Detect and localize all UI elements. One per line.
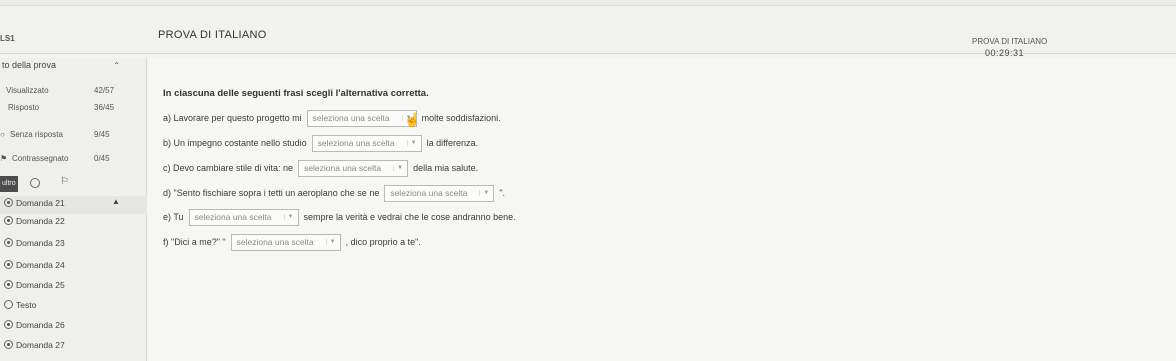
question-item-25[interactable]: Domanda 25 [0,278,147,296]
filter-all-button[interactable]: ultro [0,176,18,192]
stat-value: 36/45 [94,103,115,112]
chevron-down-icon: ▼ [393,165,403,171]
dropdown-placeholder: seleziona una scelta [194,212,272,222]
flag-icon: ⚑ [0,154,8,163]
sidebar: to della prova ⌃ Visualizzato 42/57 Risp… [0,58,147,361]
sentence-b: b) Un impegno costante nello studio sele… [163,134,478,152]
stat-label: Visualizzato [6,86,49,95]
stat-label: Senza risposta [10,130,63,139]
sentence-text: la differenza. [426,138,478,148]
chevron-down-icon: ▼ [479,190,489,196]
sentence-text: b) Un impegno costante nello studio [163,138,307,148]
question-label: Domanda 26 [16,320,65,330]
dropdown-placeholder: seleziona una scelta [317,138,395,148]
question-label: Domanda 27 [16,340,65,350]
sentence-text: ". [499,188,506,198]
sentence-text: e) Tu [163,212,184,222]
stat-flagged: ⚑ Contrassegnato 0/45 [0,154,125,170]
answered-icon [4,238,13,247]
question-instruction: In ciascuna delle seguenti frasi scegli … [163,88,429,99]
unanswered-icon [4,300,13,309]
unanswered-filter-icon[interactable] [30,178,40,188]
sidebar-heading[interactable]: to della prova ⌃ [0,60,122,75]
sentence-text: f) "Dici a me?" " [163,237,226,247]
sentence-a: a) Lavorare per questo progetto mi selez… [163,109,501,127]
chevron-down-icon: ▼ [325,239,336,245]
dropdown-placeholder: seleziona una scelta [304,163,382,173]
question-item-24[interactable]: Domanda 24 [0,258,147,276]
page-title: PROVA DI ITALIANO [158,29,267,41]
stat-label: Contrassegnato [12,154,69,163]
sentence-d: d) "Sento fischiare sopra i tetti un aer… [163,184,505,202]
sentence-f: f) "Dici a me?" " seleziona una scelta ▼… [163,233,421,251]
dropdown-placeholder: seleziona una scelta [390,188,468,198]
stat-viewed: Visualizzato 42/57 [0,86,125,102]
answered-icon [4,340,13,349]
filter-tools: ultro ⚐ [0,176,147,194]
stat-value: 0/45 [94,154,110,163]
question-item-21[interactable]: Domanda 21 ▲ [0,196,147,214]
stat-value: 42/57 [94,86,115,95]
sentence-text: molte soddisfazioni. [421,113,501,123]
question-item-26[interactable]: Domanda 26 [0,318,147,336]
question-label: Domanda 21 [16,198,65,208]
sentence-e: e) Tu seleziona una scelta ▼ sempre la v… [163,208,516,226]
dropdown-placeholder: seleziona una scelta [236,237,314,247]
sentence-text: della mia salute. [413,163,479,173]
flag-filter-icon[interactable]: ⚐ [60,176,69,187]
sentence-text: sempre la verità e vedrai che le cose an… [303,212,516,222]
sentence-text: a) Lavorare per questo progetto mi [163,113,302,123]
question-label: Domanda 24 [16,260,65,270]
answer-dropdown-e[interactable]: seleziona una scelta ▼ [188,208,299,226]
answered-icon [4,198,13,207]
exam-title: PROVA DI ITALIANO [972,37,1048,46]
dropdown-placeholder: seleziona una scelta [312,113,390,123]
question-item-23[interactable]: Domanda 23 [0,236,147,254]
answer-dropdown-f[interactable]: seleziona una scelta ▼ [230,233,341,251]
answered-icon [4,260,13,269]
question-label: Testo [16,300,37,310]
sentence-c: c) Devo cambiare stile di vita: ne selez… [163,159,478,177]
hand-cursor-icon: ☝ [404,112,421,127]
question-item-27[interactable]: Domanda 27 [0,338,147,356]
sentence-text: , dico proprio a te". [345,237,421,247]
chevron-down-icon: ▼ [283,214,294,220]
stat-value: 9/45 [94,130,110,139]
chevron-up-icon[interactable]: ⌃ [113,61,120,70]
answer-dropdown-d[interactable]: seleziona una scelta ▼ [384,184,495,202]
sentence-text: c) Devo cambiare stile di vita: ne [163,163,294,173]
sidebar-heading-label: to della prova [2,60,57,70]
stat-unanswered: ○ Senza risposta 9/45 [0,130,125,146]
stat-answered: Risposto 36/45 [0,103,125,119]
stat-label: Risposto [8,103,40,112]
sentence-text: d) "Sento fischiare sopra i tetti un aer… [163,188,380,198]
answered-icon [4,320,13,329]
answered-icon [4,216,13,225]
question-item-22[interactable]: Domanda 22 [0,214,147,232]
chevron-down-icon: ▼ [406,140,417,146]
answered-icon [4,280,13,289]
caret-up-icon: ▲ [112,197,120,206]
answer-dropdown-b[interactable]: seleziona una scelta ▼ [311,134,422,152]
question-item-text[interactable]: Testo [0,298,147,316]
brand-label: LS1 [0,34,15,43]
question-label: Domanda 23 [16,238,65,248]
answer-dropdown-a[interactable]: seleziona una scelta ▼ [306,109,417,127]
answer-dropdown-c[interactable]: seleziona una scelta ▼ [298,159,409,177]
question-label: Domanda 25 [16,280,65,290]
unanswered-icon: ○ [0,130,5,139]
question-label: Domanda 22 [16,216,65,226]
timer: 00:29:31 [985,48,1025,58]
main-content: In ciascuna delle seguenti frasi scegli … [148,58,1176,361]
header: LS1 PROVA DI ITALIANO PROVA DI ITALIANO … [0,6,1176,58]
